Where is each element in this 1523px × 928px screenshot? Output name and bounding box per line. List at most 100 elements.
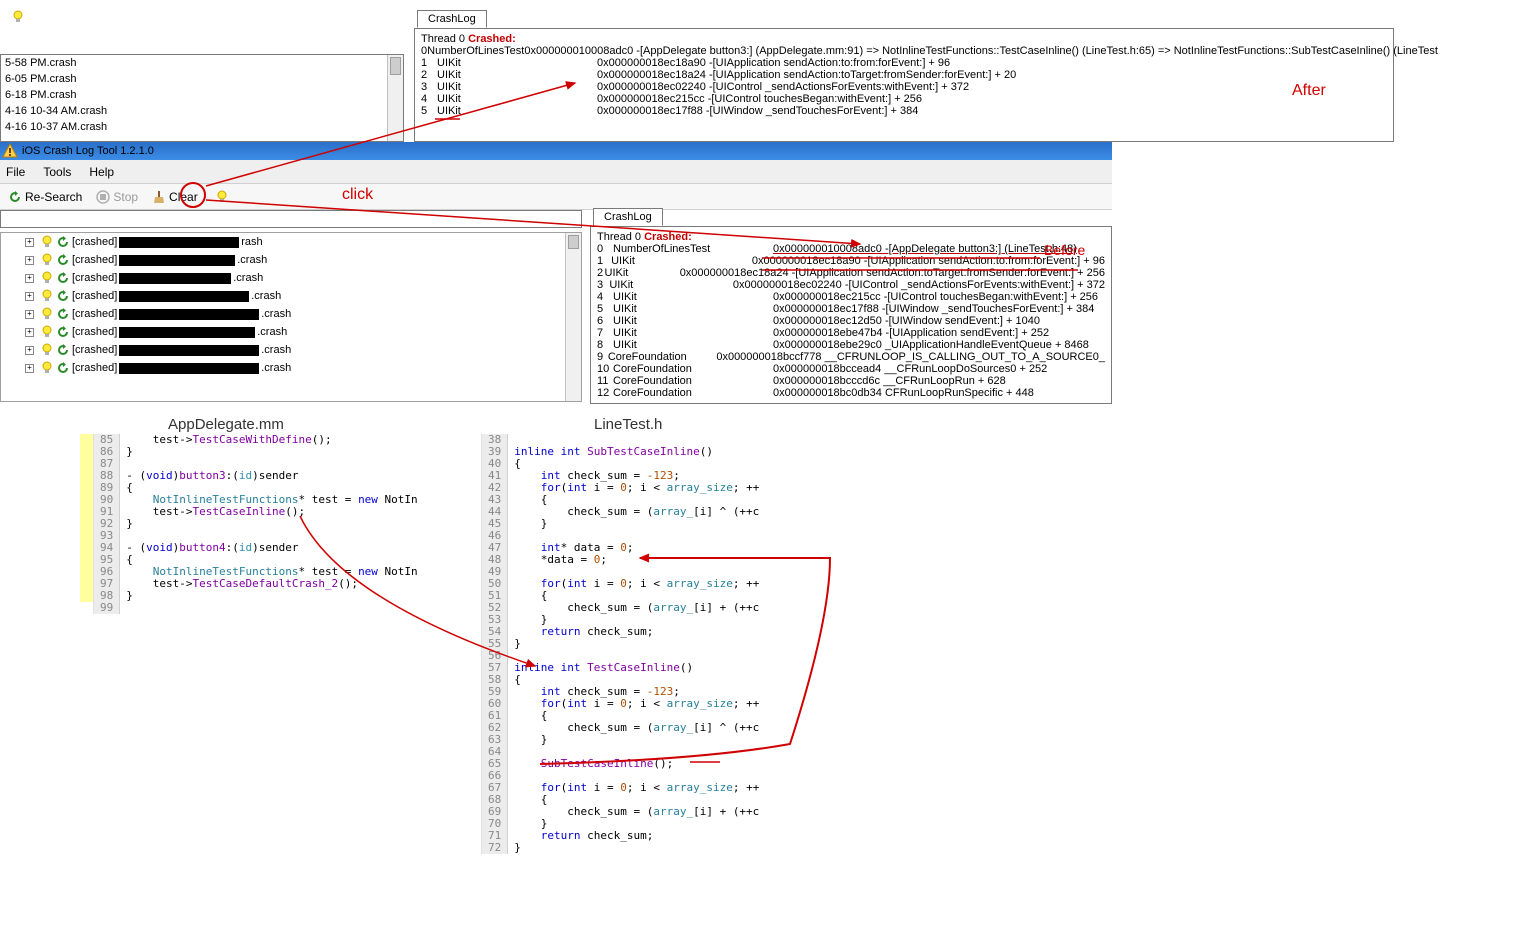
file-list-item[interactable]: 5-58 PM.crash — [1, 55, 403, 71]
redacted-text — [119, 273, 231, 284]
crash-tree[interactable]: +[crashed] rash+[crashed] .crash+[crashe… — [0, 232, 582, 402]
research-button[interactable]: Re-Search — [4, 188, 86, 206]
expand-icon[interactable]: + — [25, 238, 34, 247]
crashlog-row[interactable]: 6UIKit0x000000018ec12d50 -[UIWindow send… — [597, 315, 1105, 327]
symbolicate-button[interactable] — [208, 188, 232, 206]
crashlog-row[interactable]: 10CoreFoundation0x000000018bccead4 __CFR… — [597, 363, 1105, 375]
bulb-icon — [40, 361, 54, 375]
tree-item[interactable]: +[crashed] .crash — [1, 287, 581, 305]
crashlog-row[interactable]: 4UIKit0x000000018ec215cc -[UIControl tou… — [421, 93, 1387, 105]
scrollbar-thumb[interactable] — [568, 235, 579, 249]
expand-icon[interactable]: + — [25, 328, 34, 337]
bulb-icon — [12, 10, 24, 24]
annotation-after: After — [1292, 82, 1326, 100]
refresh-icon — [56, 307, 70, 321]
refresh-icon — [56, 235, 70, 249]
file-list-item[interactable]: 6-05 PM.crash — [1, 71, 403, 87]
bulb-icon — [40, 253, 54, 267]
redacted-text — [119, 255, 235, 266]
crashlog-row[interactable]: 4UIKit0x000000018ec215cc -[UIControl tou… — [597, 291, 1105, 303]
file-list-item[interactable]: 6-18 PM.crash — [1, 87, 403, 103]
refresh-icon — [56, 289, 70, 303]
crashlog-row[interactable]: 1UIKit0x000000018ec18a90 -[UIApplication… — [597, 255, 1105, 267]
redacted-text — [119, 237, 239, 248]
tree-item[interactable]: +[crashed] .crash — [1, 323, 581, 341]
refresh-icon — [56, 343, 70, 357]
refresh-icon — [8, 190, 22, 204]
menu-tools[interactable]: Tools — [43, 165, 71, 179]
tree-item[interactable]: +[crashed] rash — [1, 233, 581, 251]
crashlog-row[interactable]: 0NumberOfLinesTest0x000000010008adc0 -[A… — [421, 45, 1387, 57]
scrollbar[interactable] — [387, 55, 403, 141]
refresh-icon — [56, 361, 70, 375]
expand-icon[interactable]: + — [25, 310, 34, 319]
crashlog-row[interactable]: 3UIKit0x000000018ec02240 -[UIControl _se… — [421, 81, 1387, 93]
crashlog-row[interactable]: 2UIKit0x000000018ec18a24 -[UIApplication… — [597, 267, 1105, 279]
scrollbar[interactable] — [565, 233, 581, 401]
expand-icon[interactable]: + — [25, 256, 34, 265]
refresh-icon — [56, 325, 70, 339]
menu-bar: File Tools Help — [0, 160, 1112, 184]
app-icon — [2, 143, 18, 159]
bulb-icon — [216, 190, 228, 204]
stop-icon — [96, 190, 110, 204]
annotation-click: click — [342, 186, 373, 204]
tab-crashlog[interactable]: CrashLog — [417, 10, 487, 28]
bulb-icon — [40, 307, 54, 321]
file-list-item[interactable]: 4-16 10-34 AM.crash — [1, 103, 403, 119]
menu-file[interactable]: File — [6, 165, 25, 179]
expand-icon[interactable]: + — [25, 364, 34, 373]
tree-item[interactable]: +[crashed] .crash — [1, 341, 581, 359]
search-input[interactable] — [0, 210, 582, 228]
expand-icon[interactable]: + — [25, 346, 34, 355]
file-list-item[interactable]: 4-16 10-37 AM.crash — [1, 119, 403, 135]
scrollbar-thumb[interactable] — [390, 57, 401, 75]
tree-item[interactable]: +[crashed] .crash — [1, 359, 581, 377]
crashlog-row[interactable]: 2UIKit0x000000018ec18a24 -[UIApplication… — [421, 69, 1387, 81]
code-title-right: LineTest.h — [594, 416, 662, 433]
crashlog-row[interactable]: 5UIKit0x000000018ec17f88 -[UIWindow _sen… — [421, 105, 1387, 117]
bulb-icon — [40, 343, 54, 357]
tree-item[interactable]: +[crashed] .crash — [1, 251, 581, 269]
crashlog-row[interactable]: 3UIKit0x000000018ec02240 -[UIControl _se… — [597, 279, 1105, 291]
research-label: Re-Search — [25, 190, 82, 204]
toolbar: Re-Search Stop Clear — [0, 184, 1112, 210]
bulb-icon — [40, 235, 54, 249]
crashlog-header: Thread 0 Crashed: — [421, 33, 1387, 45]
expand-icon[interactable]: + — [25, 292, 34, 301]
crashlog-panel-before: CrashLog Thread 0 Crashed:0NumberOfLines… — [590, 226, 1112, 404]
crashlog-row[interactable]: 7UIKit0x000000018ebe47b4 -[UIApplication… — [597, 327, 1105, 339]
expand-icon[interactable]: + — [25, 274, 34, 283]
bulb-icon — [40, 289, 54, 303]
crashlog-panel-after: CrashLog Thread 0 Crashed:0NumberOfLines… — [414, 28, 1394, 142]
menu-help[interactable]: Help — [89, 165, 114, 179]
code-body: test->TestCaseWithDefine(); } - (void)bu… — [120, 434, 417, 614]
crashlog-row[interactable]: 5UIKit0x000000018ec17f88 -[UIWindow _sen… — [597, 303, 1105, 315]
redacted-text — [119, 363, 259, 374]
redacted-text — [119, 291, 249, 302]
crashlog-row[interactable]: 0NumberOfLinesTest0x000000010008adc0 -[A… — [597, 243, 1105, 255]
crashlog-row[interactable]: 9CoreFoundation0x000000018bccf778 __CFRU… — [597, 351, 1105, 363]
redacted-text — [119, 345, 259, 356]
tree-item[interactable]: +[crashed] .crash — [1, 269, 581, 287]
tab-crashlog[interactable]: CrashLog — [593, 208, 663, 226]
redacted-text — [119, 309, 259, 320]
refresh-icon — [56, 253, 70, 267]
annotation-circle — [180, 182, 206, 208]
stop-button[interactable]: Stop — [92, 188, 142, 206]
crashlog-row[interactable]: 8UIKit0x000000018ebe29c0 _UIApplicationH… — [597, 339, 1105, 351]
upper-file-list[interactable]: 5-58 PM.crash6-05 PM.crash6-18 PM.crash4… — [0, 54, 404, 142]
crashlog-header: Thread 0 Crashed: — [597, 231, 1105, 243]
crashlog-row[interactable]: 11CoreFoundation0x000000018bcccd6c __CFR… — [597, 375, 1105, 387]
stop-label: Stop — [113, 190, 138, 204]
crashlog-row[interactable]: 1UIKit0x000000018ec18a90 -[UIApplication… — [421, 57, 1387, 69]
window-title: iOS Crash Log Tool 1.2.1.0 — [20, 145, 154, 157]
broom-icon — [152, 190, 166, 204]
crashlog-row[interactable]: 12CoreFoundation0x000000018bc0db34 CFRun… — [597, 387, 1105, 399]
bulb-icon — [40, 325, 54, 339]
annotation-before: Before — [1044, 242, 1085, 258]
tree-item[interactable]: +[crashed] .crash — [1, 305, 581, 323]
code-body: inline int SubTestCaseInline() { int che… — [508, 434, 759, 854]
code-panel-right: 3839404142434445464748495051525354555657… — [468, 434, 938, 854]
bulb-icon — [40, 271, 54, 285]
